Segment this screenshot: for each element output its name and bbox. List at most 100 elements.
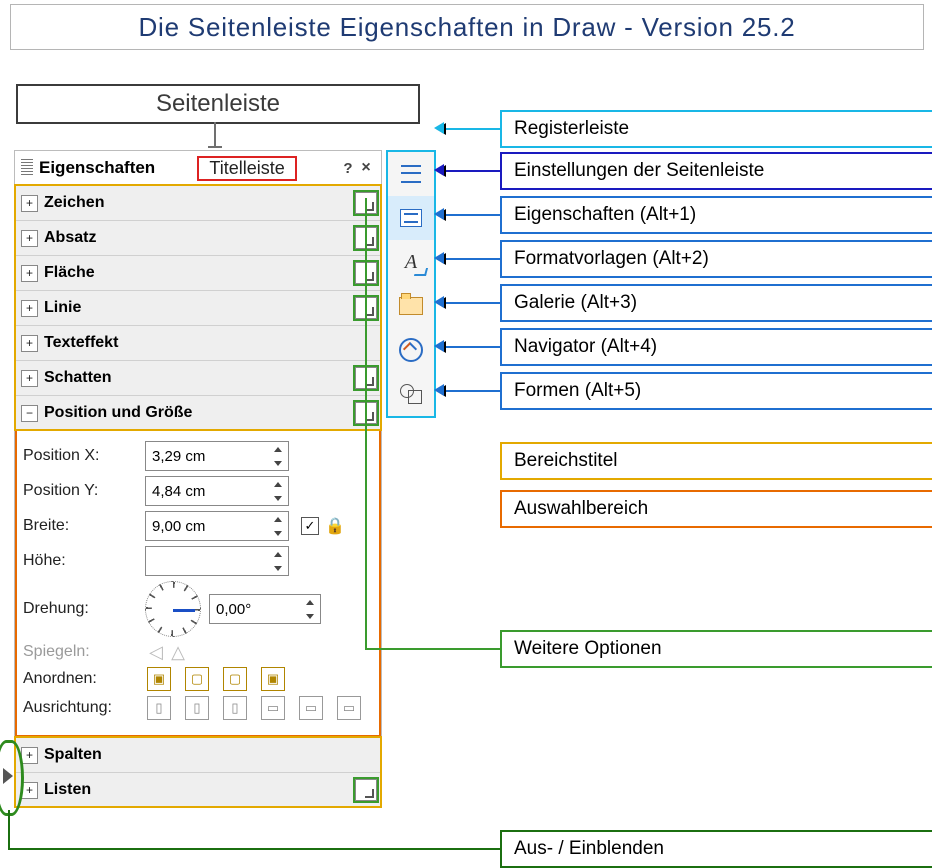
styles-icon: A: [399, 250, 423, 274]
callout-properties: Eigenschaften (Alt+1): [500, 196, 932, 234]
rotation-input[interactable]: [209, 594, 321, 624]
navigator-tab[interactable]: [388, 328, 434, 372]
expand-icon[interactable]: +: [21, 265, 38, 282]
align-left-icon[interactable]: ▯: [147, 696, 171, 720]
section-label: Listen: [44, 781, 355, 799]
pos-x-label: Position X:: [23, 447, 145, 465]
align-center-v-icon[interactable]: ▭: [299, 696, 323, 720]
spin-down-icon[interactable]: [268, 526, 288, 540]
flip-vertical-icon[interactable]: ◁: [145, 642, 167, 662]
section-zeichen[interactable]: + Zeichen: [15, 185, 381, 220]
section-schatten[interactable]: + Schatten: [15, 360, 381, 395]
send-backward-icon[interactable]: ▢: [223, 667, 247, 691]
callout-settings: Einstellungen der Seitenleiste: [500, 152, 932, 190]
sliders-icon: [399, 206, 423, 230]
align-right-icon[interactable]: ▯: [223, 696, 247, 720]
width-input[interactable]: [145, 511, 289, 541]
align-bottom-icon[interactable]: ▭: [337, 696, 361, 720]
help-button[interactable]: ?: [339, 160, 357, 177]
arrow: [438, 214, 500, 216]
pos-y-input[interactable]: [145, 476, 289, 506]
gallery-tab[interactable]: [388, 284, 434, 328]
arrow: [438, 170, 500, 172]
callout-section-title: Bereichstitel: [500, 442, 932, 480]
height-label: Höhe:: [23, 552, 145, 570]
sidebar-label: Seitenleiste: [16, 84, 420, 124]
expand-icon[interactable]: +: [21, 195, 38, 212]
pos-x-input[interactable]: [145, 441, 289, 471]
page-title: Die Seitenleiste Eigenschaften in Draw -…: [138, 12, 795, 43]
callout-hide-show: Aus- / Einblenden: [500, 830, 932, 868]
section-label: Spalten: [44, 746, 377, 764]
section-listen[interactable]: + Listen: [15, 772, 381, 807]
flip-horizontal-icon[interactable]: △: [167, 642, 189, 662]
section-label: Zeichen: [44, 194, 355, 212]
styles-tab[interactable]: A: [388, 240, 434, 284]
arrowhead: [434, 296, 444, 308]
green-connector: [365, 198, 367, 648]
more-options-button[interactable]: [355, 779, 377, 801]
properties-tab[interactable]: [388, 196, 434, 240]
collapse-icon[interactable]: −: [21, 405, 38, 422]
align-label: Ausrichtung:: [23, 699, 145, 717]
darkgreen-connector-v: [8, 810, 10, 848]
close-button[interactable]: ×: [357, 159, 375, 177]
bottom-sections-group: + Spalten + Listen: [15, 737, 381, 807]
hide-show-handle-icon[interactable]: [3, 768, 13, 784]
bring-forward-icon[interactable]: ▢: [185, 667, 209, 691]
spin-down-icon[interactable]: [268, 491, 288, 505]
expand-icon[interactable]: +: [21, 370, 38, 387]
spin-down-icon[interactable]: [268, 456, 288, 470]
callout-more-options: Weitere Optionen: [500, 630, 932, 668]
section-position-size[interactable]: − Position und Größe: [15, 395, 381, 430]
page-title-box: Die Seitenleiste Eigenschaften in Draw -…: [10, 4, 924, 50]
expand-icon[interactable]: +: [21, 230, 38, 247]
expand-icon[interactable]: +: [21, 335, 38, 352]
rotation-dial[interactable]: [145, 581, 201, 637]
spin-up-icon[interactable]: [268, 477, 288, 491]
sidebar-settings-button[interactable]: [388, 152, 434, 196]
pos-y-label: Position Y:: [23, 482, 145, 500]
arrow: [438, 302, 500, 304]
section-absatz[interactable]: + Absatz: [15, 220, 381, 255]
section-spalten[interactable]: + Spalten: [15, 737, 381, 772]
callout-selection: Auswahlbereich: [500, 490, 932, 528]
width-label: Breite:: [23, 517, 145, 535]
spin-down-icon[interactable]: [300, 609, 320, 623]
align-top-icon[interactable]: ▭: [261, 696, 285, 720]
keep-ratio-checkbox[interactable]: ✓: [301, 517, 319, 535]
section-flaeche[interactable]: + Fläche: [15, 255, 381, 290]
callout-styles: Formatvorlagen (Alt+2): [500, 240, 932, 278]
arrowhead: [434, 164, 444, 176]
arrowhead: [434, 384, 444, 396]
position-size-detail: Position X: Position Y: Breite: ✓ 🔒 Höhe…: [15, 430, 381, 737]
spin-up-icon[interactable]: [268, 512, 288, 526]
rotation-label: Drehung:: [23, 600, 145, 618]
sidebar-label-connector: [214, 122, 216, 148]
darkgreen-connector-h: [8, 848, 500, 850]
send-to-back-icon[interactable]: ▣: [261, 667, 285, 691]
spin-down-icon[interactable]: [268, 561, 288, 575]
section-linie[interactable]: + Linie: [15, 290, 381, 325]
bring-to-front-icon[interactable]: ▣: [147, 667, 171, 691]
spin-up-icon[interactable]: [268, 547, 288, 561]
arrow: [438, 258, 500, 260]
shapes-tab[interactable]: [388, 372, 434, 416]
expand-icon[interactable]: +: [21, 747, 38, 764]
arrowhead: [434, 252, 444, 264]
compass-icon: [399, 338, 423, 362]
spin-up-icon[interactable]: [268, 442, 288, 456]
height-input[interactable]: [145, 546, 289, 576]
spin-up-icon[interactable]: [300, 595, 320, 609]
expand-icon[interactable]: +: [21, 300, 38, 317]
section-label: Texteffekt: [44, 334, 377, 352]
lock-icon: 🔒: [325, 516, 345, 536]
mirror-label: Spiegeln:: [23, 643, 145, 661]
align-center-h-icon[interactable]: ▯: [185, 696, 209, 720]
grip-icon[interactable]: [21, 159, 33, 177]
section-label: Linie: [44, 299, 355, 317]
section-texteffekt[interactable]: + Texteffekt: [15, 325, 381, 360]
sidebar-label-connector-t: [208, 146, 222, 148]
section-label: Schatten: [44, 369, 355, 387]
hamburger-icon: [399, 162, 423, 186]
